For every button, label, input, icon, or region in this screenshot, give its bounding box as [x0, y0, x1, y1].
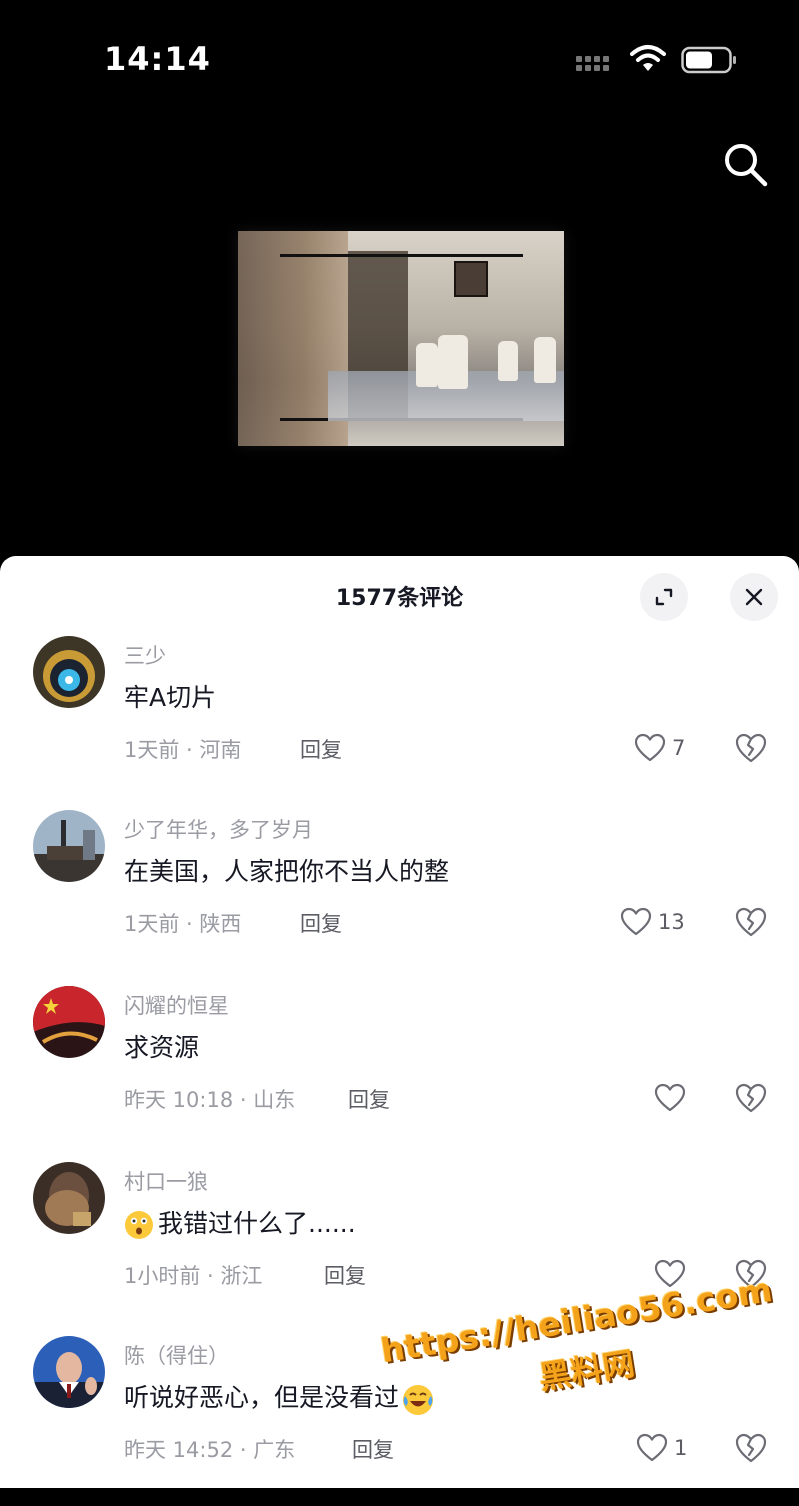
status-time: 14:14 — [104, 40, 211, 78]
comment-username[interactable]: 陈（得住） — [124, 1340, 229, 1370]
reply-button[interactable]: 回复 — [324, 1260, 366, 1290]
comment-meta: 1天前 · 陕西 — [124, 912, 242, 936]
shocked-emoji-icon — [124, 1210, 154, 1240]
comment-meta: 昨天 10:18 · 山东 — [124, 1088, 296, 1112]
reply-button[interactable]: 回复 — [300, 734, 342, 764]
like-count: 1 — [674, 1436, 688, 1460]
heart-icon — [654, 1083, 686, 1112]
like-button[interactable]: 7 — [634, 730, 685, 766]
like-button[interactable]: 13 — [620, 904, 685, 940]
comment-item: 陈（得住） 听说好恶心，但是没看过 昨天 14:52 · 广东 回复 1 — [0, 1336, 799, 1506]
comment-meta: 1小时前 · 浙江 — [124, 1264, 263, 1288]
dislike-icon[interactable] — [734, 1082, 768, 1114]
video-scene-bottle — [416, 343, 438, 387]
comment-item: 闪耀的恒星 求资源 昨天 10:18 · 山东 回复 — [0, 986, 799, 1156]
battery-icon — [681, 46, 736, 74]
avatar[interactable] — [33, 810, 105, 882]
close-icon — [745, 588, 763, 606]
avatar[interactable] — [33, 636, 105, 708]
video-scene-picture — [454, 261, 488, 297]
comment-username[interactable]: 少了年华，多了岁月 — [124, 814, 313, 844]
status-bar: 14:14 — [0, 0, 799, 110]
heart-icon — [654, 1259, 686, 1288]
comment-text-body: 我错过什么了...... — [158, 1209, 356, 1238]
heart-icon — [634, 733, 666, 762]
close-button[interactable] — [730, 573, 778, 621]
comment-text: 我错过什么了...... — [124, 1204, 356, 1240]
comment-item: 三少 牢A切片 1天前 · 河南 回复 7 — [0, 636, 799, 806]
comment-text: 求资源 — [124, 1033, 200, 1062]
video-frame-top — [280, 254, 523, 257]
comment-text-body: 听说好恶心，但是没看过 — [124, 1383, 400, 1412]
comment-item: 村口一狼 我错过什么了...... 1小时前 · 浙江 回复 — [0, 1162, 799, 1332]
dislike-icon[interactable] — [734, 1432, 768, 1464]
avatar[interactable] — [33, 1336, 105, 1408]
video-player[interactable] — [238, 231, 564, 446]
like-button[interactable]: 1 — [636, 1430, 687, 1466]
search-icon[interactable] — [722, 141, 768, 187]
reply-button[interactable]: 回复 — [348, 1084, 390, 1114]
reply-button[interactable]: 回复 — [352, 1434, 394, 1464]
comment-username[interactable]: 闪耀的恒星 — [124, 990, 229, 1020]
reply-button[interactable]: 回复 — [300, 908, 342, 938]
like-count: 13 — [658, 910, 685, 934]
video-scene-bottle — [534, 337, 556, 383]
like-button[interactable] — [654, 1256, 692, 1292]
video-scene-bottle — [438, 335, 468, 389]
wifi-icon — [630, 45, 666, 71]
comment-item: 少了年华，多了岁月 在美国，人家把你不当人的整 1天前 · 陕西 回复 13 — [0, 810, 799, 980]
like-count: 7 — [672, 736, 686, 760]
laugh-cry-emoji-icon — [401, 1382, 435, 1416]
comment-text: 在美国，人家把你不当人的整 — [124, 857, 450, 886]
comment-text: 牢A切片 — [124, 683, 217, 712]
cellular-signal-icon — [576, 56, 609, 71]
comment-text: 听说好恶心，但是没看过 — [124, 1378, 435, 1416]
expand-button[interactable] — [640, 573, 688, 621]
comment-meta: 1天前 · 河南 — [124, 738, 242, 762]
dislike-icon[interactable] — [734, 732, 768, 764]
heart-icon — [620, 907, 652, 936]
expand-icon — [655, 588, 673, 606]
comment-meta: 昨天 14:52 · 广东 — [124, 1438, 296, 1462]
avatar[interactable] — [33, 1162, 105, 1234]
video-scene-bottle — [498, 341, 518, 381]
comment-username[interactable]: 村口一狼 — [124, 1166, 208, 1196]
heart-icon — [636, 1433, 668, 1462]
comment-username[interactable]: 三少 — [124, 640, 166, 670]
dislike-icon[interactable] — [734, 906, 768, 938]
like-button[interactable] — [654, 1080, 692, 1116]
avatar[interactable] — [33, 986, 105, 1058]
dislike-icon[interactable] — [734, 1258, 768, 1290]
